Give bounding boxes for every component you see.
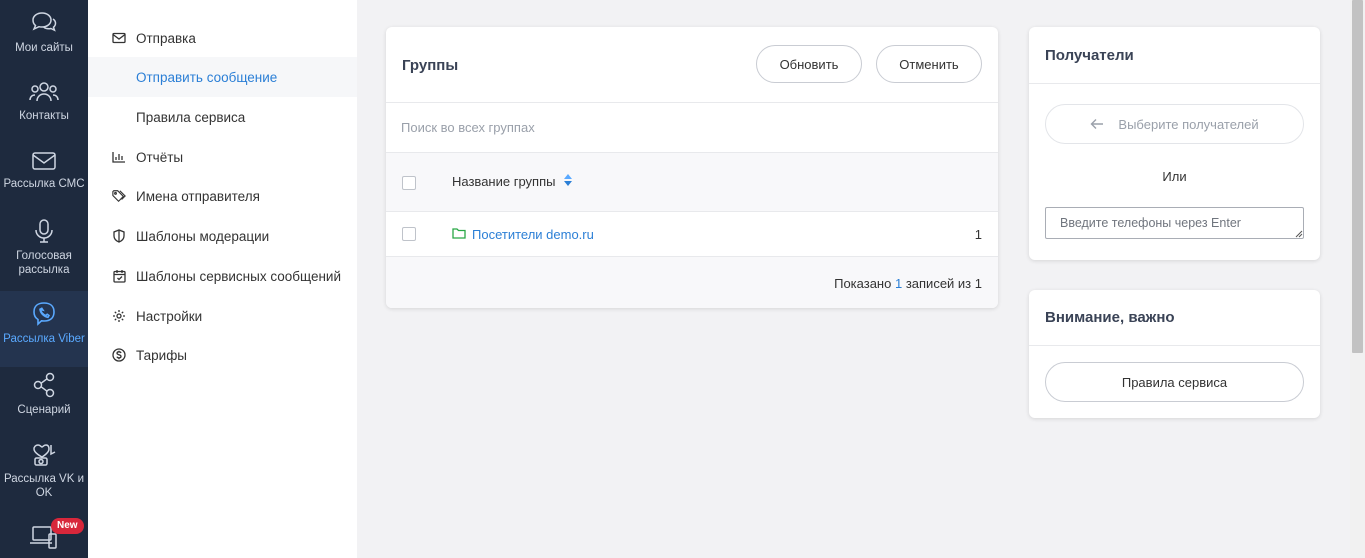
folder-icon [452,228,466,239]
submenu-item-send[interactable]: Отправка [88,18,357,58]
cancel-button[interactable]: Отменить [876,45,982,83]
groups-title: Группы [402,57,459,74]
rail-item-my-sites[interactable]: Мои сайты [0,10,88,55]
submenu-item-moderation-templates[interactable]: Шаблоны модерации [88,216,357,256]
calendar-icon [112,269,126,283]
rail-label: Контакты [19,110,69,122]
recipients-title: Получатели [1045,47,1134,64]
gear-icon [112,309,126,323]
submenu-item-settings[interactable]: Настройки [88,296,357,336]
rail-item-vk-ok[interactable]: Рассылка VK и OK [0,441,88,500]
envelope-icon [32,152,56,170]
submenu-label: Тарифы [136,347,188,363]
rail-item-voice[interactable]: Голосовая рассылка [0,218,88,277]
submenu: Отправка Отправить сообщение Правила сер… [88,0,357,558]
choose-recipients-label: Выберите получателей [1118,116,1259,132]
shield-icon [112,229,126,243]
attention-card: Внимание, важно Правила сервиса [1029,290,1320,418]
groups-card: Группы Обновить Отменить Название группы… [386,27,998,308]
rail-label: Рассылка Viber [3,333,85,345]
microphone-icon [35,219,53,243]
submenu-item-service-templates[interactable]: Шаблоны сервисных сообщений [88,256,357,296]
table-row: Посетители demo.ru 1 [386,212,998,256]
submenu-label: Настройки [136,308,203,324]
table-footer: Показано 1 записей из 1 [386,257,998,308]
recipients-card: Получатели Выберите получателей Или [1029,27,1320,260]
select-all-checkbox[interactable] [402,176,416,190]
submenu-label: Отчёты [136,149,184,165]
submenu-item-tariffs[interactable]: Тарифы [88,335,357,375]
service-rules-button[interactable]: Правила сервиса [1045,362,1304,402]
group-search-input[interactable] [386,103,998,152]
new-badge: New [51,518,84,534]
submenu-item-sender-names[interactable]: Имена отправителя [88,176,357,216]
group-count: 1 [974,227,982,242]
social-icon [33,444,56,466]
rail-label: Мои сайты [15,42,73,54]
rail-label: Рассылка СМС [3,178,85,190]
table-header: Название группы [386,153,998,211]
divider [1029,83,1320,84]
dollar-icon [112,348,126,362]
submenu-label: Отправка [136,30,196,46]
envelope-icon [112,31,126,45]
summary-suffix: записей из 1 [905,276,982,291]
contacts-icon [29,82,59,102]
viber-icon [33,302,55,326]
tag-icon [112,189,126,203]
submenu-item-send-message[interactable]: Отправить сообщение [88,57,357,97]
submenu-item-reports[interactable]: Отчёты [88,137,357,177]
attention-title: Внимание, важно [1045,309,1175,326]
choose-recipients-button[interactable]: Выберите получателей [1045,104,1304,144]
main-rail: Мои сайты Контакты Рассылка СМС Голосова… [0,0,88,558]
rail-item-contacts[interactable]: Контакты [0,80,88,123]
submenu-label: Шаблоны модерации [136,228,270,244]
phones-textarea[interactable] [1045,207,1304,239]
scrollbar-thumb[interactable] [1352,0,1363,353]
submenu-label: Отправить сообщение [136,69,278,85]
submenu-label: Правила сервиса [136,109,246,125]
row-checkbox[interactable] [402,227,416,241]
chat-icon [32,12,57,32]
rail-item-scenario[interactable]: Сценарий [0,372,88,417]
rail-label: Сценарий [17,404,71,416]
submenu-label: Имена отправителя [136,188,260,204]
resize-handle-icon[interactable] [1295,230,1303,238]
summary-shown: 1 [894,276,903,291]
share-nodes-icon [33,372,55,398]
submenu-item-rules[interactable]: Правила сервиса [88,97,357,137]
divider [1029,345,1320,346]
submenu-label: Шаблоны сервисных сообщений [136,268,341,284]
arrow-left-icon [1090,119,1104,129]
refresh-button[interactable]: Обновить [756,45,862,83]
summary-prefix: Показано [834,276,892,291]
sort-icon[interactable] [563,173,573,187]
records-summary: Показано 1 записей из 1 [834,276,982,291]
column-header-name[interactable]: Название группы [452,174,555,189]
rail-label: Голосовая рассылка [16,250,72,276]
rail-item-sms[interactable]: Рассылка СМС [0,150,88,191]
or-separator: Или [1162,169,1187,184]
bar-chart-icon [112,150,126,164]
rail-item-viber[interactable]: Рассылка Viber [0,291,88,367]
group-name-link[interactable]: Посетители demo.ru [472,227,594,242]
rail-label: Рассылка VK и OK [4,473,84,499]
